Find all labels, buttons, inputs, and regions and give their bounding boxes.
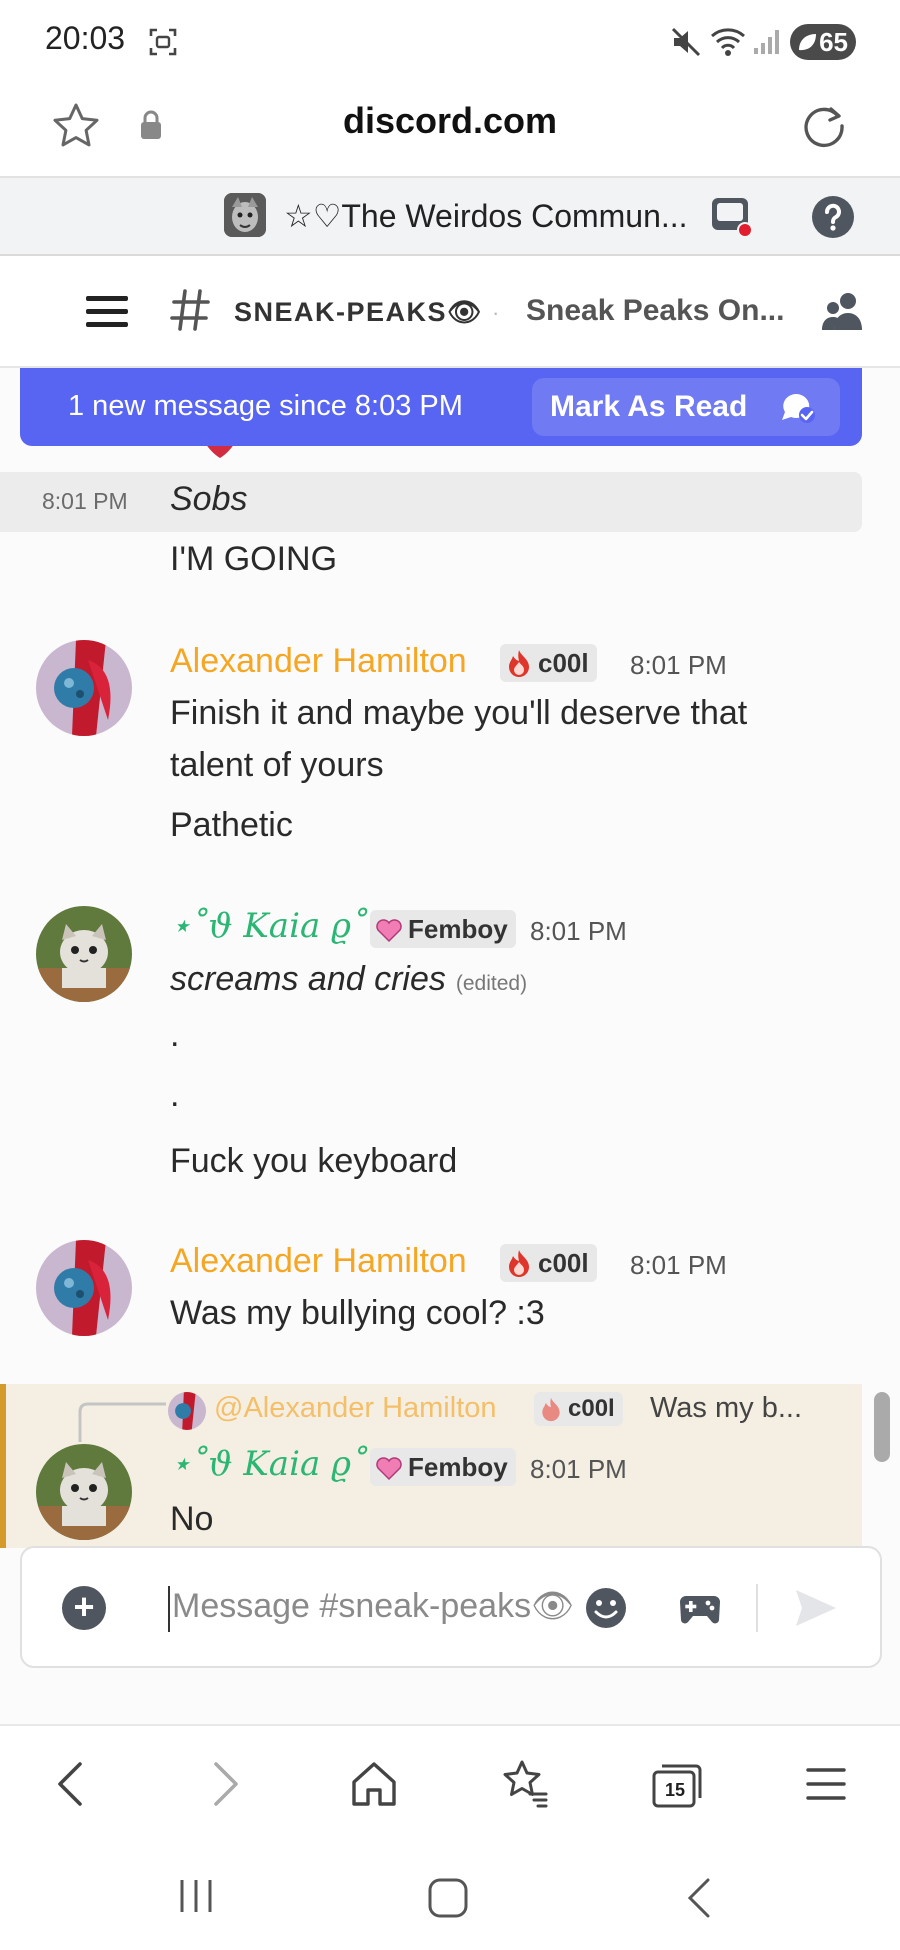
message-text: screams and cries	[170, 960, 446, 998]
reply-role-tag: c00l	[534, 1392, 623, 1426]
role-tag-label: Femboy	[408, 913, 508, 944]
flame-icon	[509, 650, 529, 677]
message-timestamp: 8:01 PM	[530, 1454, 627, 1484]
message-text: No	[170, 1500, 214, 1538]
wifi-icon	[711, 28, 745, 56]
heart-icon	[376, 919, 402, 943]
message-text: Pathetic	[170, 806, 293, 844]
help-icon[interactable]	[810, 194, 856, 240]
composer-divider	[756, 1584, 758, 1632]
chat-area	[0, 368, 900, 1548]
screenshot-icon	[149, 28, 177, 56]
message-text: .	[170, 1016, 180, 1054]
signal-icon	[754, 30, 779, 54]
user-avatar[interactable]	[36, 640, 132, 736]
user-avatar[interactable]	[36, 1444, 132, 1540]
recent-apps-icon[interactable]	[174, 1876, 218, 1916]
username[interactable]: Alexander Hamilton	[170, 642, 467, 681]
message-timestamp: 8:01 PM	[630, 650, 727, 680]
mark-as-read-label: Mark As Read	[550, 390, 748, 423]
highlighted-message-row[interactable]	[0, 472, 862, 532]
home-button-icon[interactable]	[426, 1876, 470, 1920]
role-tag[interactable]: Femboy	[370, 1448, 516, 1486]
reply-avatar[interactable]	[168, 1392, 206, 1430]
members-icon[interactable]	[820, 290, 868, 334]
flame-icon	[542, 1397, 560, 1422]
menu-icon[interactable]	[84, 292, 130, 332]
flame-icon	[509, 1250, 529, 1277]
username[interactable]: ⋆˚ϑ Kaia ϱ˚⋆	[170, 906, 389, 946]
home-icon[interactable]	[346, 1756, 402, 1812]
forward-icon[interactable]	[196, 1756, 252, 1812]
role-tag-label: c00l	[538, 647, 589, 678]
message-text: .	[170, 1076, 180, 1114]
new-messages-text: 1 new message since 8:03 PM	[68, 390, 463, 422]
message-text: Sobs	[170, 480, 248, 518]
message-text: Fuck you keyboard	[170, 1142, 458, 1180]
message-text: talent of yours	[170, 746, 384, 784]
server-name[interactable]: ☆♡The Weirdos Commun...	[284, 197, 688, 235]
channel-name: sneak-peaks👁	[234, 297, 483, 327]
message-timestamp: 8:01 PM	[630, 1250, 727, 1280]
bookmarks-icon[interactable]	[496, 1756, 552, 1812]
send-icon[interactable]	[794, 1588, 838, 1628]
role-tag[interactable]: c00l	[500, 1244, 597, 1282]
user-avatar[interactable]	[36, 906, 132, 1002]
message-input[interactable]: Message #sneak-peaks👁	[168, 1586, 574, 1632]
channel-topic[interactable]: Sneak Peaks On...	[526, 294, 784, 328]
message-timestamp: 8:01 PM	[530, 916, 627, 946]
back-icon[interactable]	[44, 1756, 100, 1812]
tabs-button[interactable]: 15	[648, 1758, 704, 1814]
edited-label: (edited)	[455, 972, 528, 995]
menu-icon[interactable]	[798, 1756, 854, 1812]
reply-username[interactable]: @Alexander Hamilton	[214, 1392, 497, 1425]
tab-count: 15	[664, 1780, 686, 1800]
reload-icon[interactable]	[798, 100, 850, 152]
user-avatar[interactable]	[36, 1240, 132, 1336]
message-line: screams and cries (edited)	[170, 960, 527, 999]
browser-toolbar	[0, 1724, 900, 1844]
hash-icon	[170, 289, 210, 331]
status-time: 20:03	[45, 20, 126, 56]
gamepad-icon[interactable]	[678, 1586, 722, 1630]
username[interactable]: ⋆˚ϑ Kaia ϱ˚⋆	[170, 1444, 389, 1484]
message-text: I'M GOING	[170, 540, 338, 578]
battery-saver-icon	[799, 34, 816, 51]
role-tag-label: c00l	[538, 1247, 589, 1278]
heart-icon	[376, 1457, 402, 1481]
add-attachment-button[interactable]: +	[62, 1586, 106, 1630]
message-text: Finish it and maybe you'll deserve that	[170, 694, 748, 732]
mute-icon	[671, 27, 701, 57]
username[interactable]: Alexander Hamilton	[170, 1242, 467, 1281]
role-tag[interactable]: c00l	[500, 644, 597, 682]
reply-snippet[interactable]: Was my b...	[650, 1392, 802, 1425]
battery-level: 65	[819, 26, 848, 57]
inbox-icon[interactable]	[708, 194, 756, 240]
battery-indicator: 65	[790, 24, 856, 60]
reply-connector	[78, 1402, 166, 1442]
message-text: Was my bullying cool? :3	[170, 1294, 545, 1332]
new-messages-banner[interactable]: 1 new message since 8:03 PM Mark As Read	[20, 368, 862, 446]
url-text[interactable]: discord.com	[0, 100, 900, 142]
server-avatar[interactable]	[224, 193, 266, 237]
mark-read-icon	[782, 393, 815, 423]
scrollbar-thumb[interactable]	[874, 1392, 890, 1462]
role-tag-label: Femboy	[408, 1451, 508, 1482]
reply-role-tag-label: c00l	[568, 1395, 615, 1422]
role-tag[interactable]: Femboy	[370, 910, 516, 948]
mark-as-read-button[interactable]: Mark As Read	[532, 378, 840, 436]
message-timestamp: 8:01 PM	[42, 488, 128, 514]
system-back-icon[interactable]	[680, 1876, 720, 1920]
channel-separator: ·	[492, 300, 500, 325]
emoji-icon[interactable]	[584, 1586, 628, 1630]
